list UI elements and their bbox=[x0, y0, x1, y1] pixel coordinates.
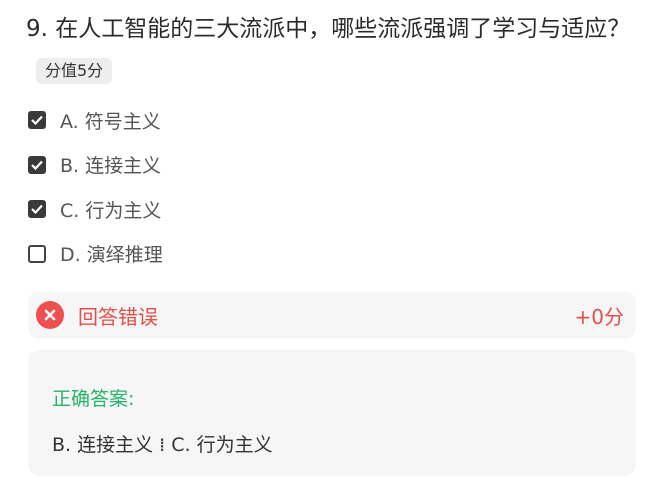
question-block: 9. 在人工智能的三大流派中，哪些流派强调了学习与适应？ 分值5分 bbox=[26, 8, 646, 92]
question-text: 9. 在人工智能的三大流派中，哪些流派强调了学习与适应？ bbox=[26, 16, 631, 42]
result-text: 回答错误 bbox=[78, 304, 158, 329]
result-bar: 回答错误 +0分 bbox=[28, 292, 636, 338]
checkbox-checked-icon[interactable] bbox=[28, 111, 46, 130]
option-b[interactable]: B. 连接主义 bbox=[28, 143, 163, 188]
checkbox-checked-icon[interactable] bbox=[28, 200, 46, 219]
option-label: D. 演绎推理 bbox=[60, 244, 163, 267]
correct-answer-value: B. 连接主义 ⁞ C. 行为主义 bbox=[52, 434, 273, 456]
option-label: A. 符号主义 bbox=[60, 110, 161, 133]
close-icon bbox=[36, 301, 64, 329]
option-a[interactable]: A. 符号主义 bbox=[28, 98, 163, 143]
checkbox-unchecked-icon[interactable] bbox=[28, 244, 46, 263]
result-score: +0分 bbox=[574, 304, 624, 329]
option-c[interactable]: C. 行为主义 bbox=[28, 187, 163, 232]
option-d[interactable]: D. 演绎推理 bbox=[28, 232, 163, 277]
correct-answer-panel: 正确答案: B. 连接主义 ⁞ C. 行为主义 bbox=[28, 350, 636, 476]
option-label: C. 行为主义 bbox=[60, 199, 162, 222]
checkbox-checked-icon[interactable] bbox=[28, 155, 46, 174]
correct-answer-title: 正确答案: bbox=[52, 388, 135, 410]
options-list: A. 符号主义 B. 连接主义 C. 行为主义 D. 演绎推理 bbox=[28, 98, 163, 276]
score-badge: 分值5分 bbox=[36, 58, 113, 84]
quiz-question-page: 9. 在人工智能的三大流派中，哪些流派强调了学习与适应？ 分值5分 A. 符号主义… bbox=[0, 0, 664, 487]
option-label: B. 连接主义 bbox=[60, 155, 162, 178]
